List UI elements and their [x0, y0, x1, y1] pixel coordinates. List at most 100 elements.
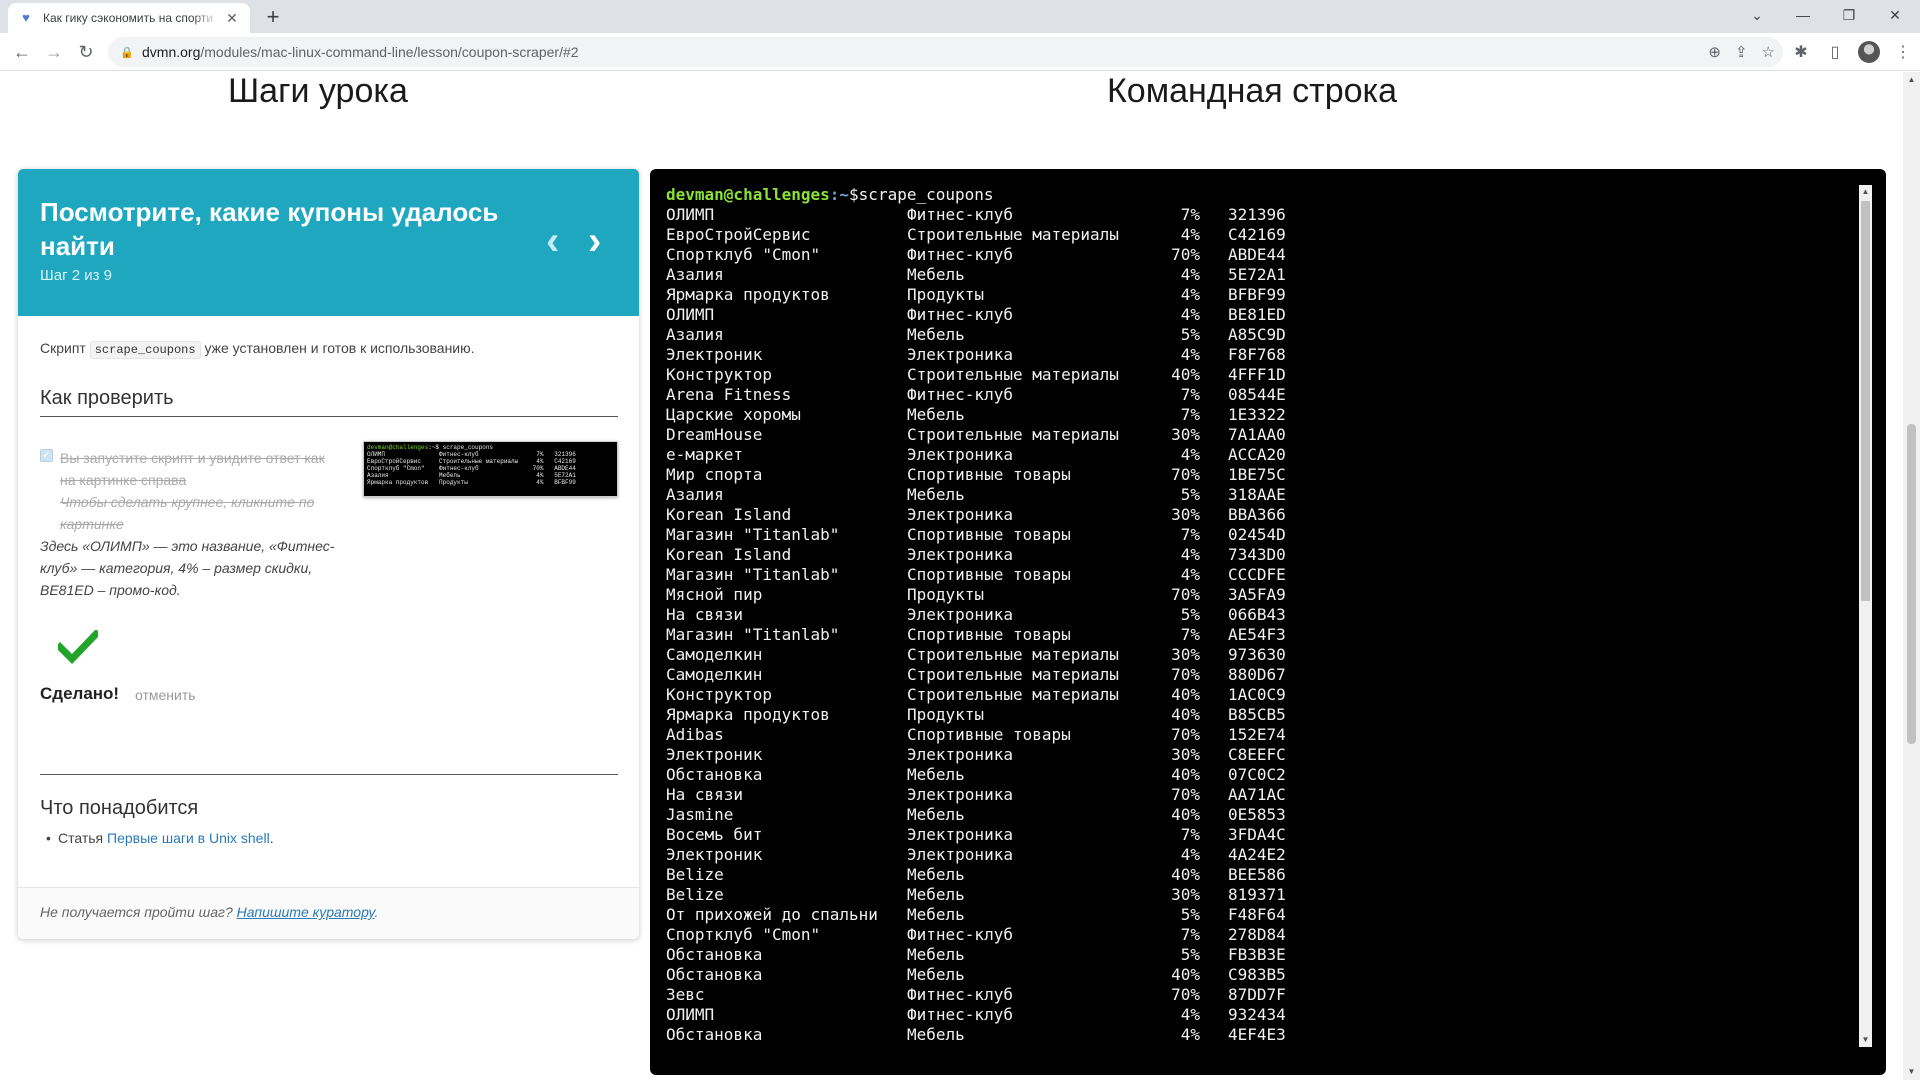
coupon-code: 066B43	[1228, 605, 1286, 624]
address-bar[interactable]: 🔒 dvmn.org/modules/mac-linux-command-lin…	[108, 37, 1783, 67]
coupon-discount: 4%	[1180, 345, 1200, 364]
coupon-discount: 4%	[1180, 305, 1200, 324]
bookmark-star-icon[interactable]: ☆	[1762, 43, 1775, 61]
extensions-icon[interactable]: ✱	[1784, 42, 1818, 62]
coupon-category: Мебель	[907, 405, 965, 424]
coupon-discount: 70%	[1171, 245, 1200, 264]
coupon-category: Продукты	[907, 585, 985, 604]
coupon-shop: Обстановка	[666, 1025, 763, 1044]
coupon-category: Фитнес-клуб	[907, 205, 1013, 224]
coupon-discount: 4%	[1180, 1005, 1200, 1024]
coupon-category: Мебель	[907, 945, 965, 964]
terminal-row: Конструктор Строительные материалы 40% 4FFF…	[666, 365, 1856, 385]
coupon-shop: От прихожей до спальни	[666, 905, 878, 924]
minimize-button[interactable]: —	[1780, 0, 1826, 30]
terminal-row: Электроник Электроника 4% 4A24E2	[666, 845, 1856, 865]
scroll-up-icon[interactable]: ▲	[1859, 185, 1872, 199]
cancel-link[interactable]: отменить	[135, 687, 196, 703]
chevron-right-icon[interactable]: ›	[588, 221, 601, 261]
terminal-row: Ярмарка продуктов Продукты 4% BFBF99	[666, 285, 1856, 305]
coupon-shop: Восемь бит	[666, 825, 763, 844]
reload-button[interactable]: ↻	[71, 37, 101, 67]
coupon-category: Электроника	[907, 785, 1013, 804]
coupon-shop: е-маркет	[666, 445, 744, 464]
coupon-discount: 7%	[1180, 625, 1200, 644]
terminal-row: DreamHouse Строительные материалы 30% 7A1AA…	[666, 425, 1856, 445]
coupon-discount: 40%	[1171, 805, 1200, 824]
chevron-left-icon[interactable]: ‹	[546, 221, 559, 261]
step-counter: Шаг 2 из 9	[40, 267, 113, 284]
coupon-discount: 70%	[1171, 985, 1200, 1004]
coupon-shop: ОЛИМП	[666, 1005, 715, 1024]
terminal-screenshot-thumbnail[interactable]: devman@challenges:~$ scrape_coupons ОЛИМ…	[363, 441, 618, 497]
coupon-category: Строительные материалы	[907, 365, 1119, 384]
terminal-window[interactable]: devman@challenges:~ $ scrape_coupons ОЛИМ…	[650, 169, 1886, 1075]
menu-icon[interactable]: ⋮	[1886, 42, 1920, 62]
scroll-down-icon[interactable]: ▼	[1903, 1064, 1920, 1080]
coupon-shop: Обстановка	[666, 945, 763, 964]
tab-search-icon[interactable]: ⌄	[1734, 0, 1780, 30]
forward-button[interactable]: →	[39, 37, 69, 67]
article-link[interactable]: Первые шаги в Unix shell	[107, 830, 270, 846]
terminal-row: Спортклуб "Cmon" Фитнес-клуб 7% 278D84	[666, 925, 1856, 945]
lock-icon[interactable]: 🔒	[120, 46, 134, 59]
coupon-category: Мебель	[907, 485, 965, 504]
coupon-code: 3A5FA9	[1228, 585, 1286, 604]
coupon-shop: Магазин "Titanlab"	[666, 565, 840, 584]
coupon-shop: Обстановка	[666, 765, 763, 784]
scroll-up-icon[interactable]: ▲	[1903, 72, 1920, 88]
scrollbar-thumb[interactable]	[1861, 201, 1870, 601]
side-panel-icon[interactable]: ▯	[1818, 42, 1852, 62]
coupon-category: Спортивные товары	[907, 465, 1071, 484]
browser-tab[interactable]: ♥ Как гику сэкономить на спорти ✕	[8, 3, 250, 33]
contact-curator-link[interactable]: Напишите куратору	[237, 904, 375, 920]
terminal-row: Магазин "Titanlab" Спортивные товары 7% 024…	[666, 525, 1856, 545]
coupon-category: Электроника	[907, 745, 1013, 764]
step-header: Посмотрите, какие купоны удалось найти Ш…	[18, 169, 639, 316]
scrollbar-thumb[interactable]	[1907, 424, 1916, 744]
requirements-list-item: • Статья Первые шаги в Unix shell.	[46, 830, 274, 846]
share-icon[interactable]: ⇪	[1735, 43, 1748, 61]
terminal-row: ОЛИМП Фитнес-клуб 4% 932434	[666, 1005, 1856, 1025]
profile-avatar[interactable]	[1858, 41, 1880, 63]
page-content: Шаги урока Командная строка Посмотрите, …	[0, 72, 1920, 1080]
window-close-button[interactable]: ✕	[1872, 0, 1918, 30]
coupon-shop: Jasmine	[666, 805, 734, 824]
back-button[interactable]: ←	[7, 37, 37, 67]
coupon-code: 07C0C2	[1228, 765, 1286, 784]
checkbox[interactable]: ✓	[40, 449, 53, 462]
page-scrollbar[interactable]: ▲ ▼	[1903, 72, 1920, 1080]
coupon-shop: Arena Fitness	[666, 385, 792, 404]
zoom-icon[interactable]: ⊕	[1708, 43, 1721, 61]
coupon-discount: 5%	[1180, 905, 1200, 924]
terminal-row: Ярмарка продуктов Продукты 40% B85CB5	[666, 705, 1856, 725]
terminal-row: ОЛИМП Фитнес-клуб 4% BE81ED	[666, 305, 1856, 325]
new-tab-button[interactable]: +	[260, 5, 286, 31]
coupon-code: 1AC0C9	[1228, 685, 1286, 704]
coupon-category: Электроника	[907, 505, 1013, 524]
coupon-discount: 70%	[1171, 785, 1200, 804]
restore-button[interactable]: ❐	[1826, 0, 1872, 30]
scroll-down-icon[interactable]: ▼	[1859, 1033, 1872, 1047]
coupon-category: Продукты	[907, 285, 985, 304]
coupon-discount: 70%	[1171, 465, 1200, 484]
close-tab-icon[interactable]: ✕	[224, 10, 240, 27]
terminal-output: devman@challenges:~ $ scrape_coupons ОЛИМ…	[666, 185, 1856, 1055]
coupon-category: Спортивные товары	[907, 625, 1071, 644]
coupon-code: 819371	[1228, 885, 1286, 904]
coupon-discount: 7%	[1180, 405, 1200, 424]
divider	[40, 774, 618, 775]
coupon-shop: Зевс	[666, 985, 705, 1004]
coupon-discount: 70%	[1171, 585, 1200, 604]
terminal-row: Самоделкин Строительные материалы 30% 97363…	[666, 645, 1856, 665]
coupon-discount: 5%	[1180, 325, 1200, 344]
terminal-row: Азалия Мебель 5% 318AAE	[666, 485, 1856, 505]
terminal-row: Азалия Мебель 4% 5E72A1	[666, 265, 1856, 285]
coupon-shop: Магазин "Titanlab"	[666, 525, 840, 544]
terminal-scrollbar[interactable]: ▲ ▼	[1859, 185, 1872, 1047]
coupon-shop: Belize	[666, 865, 724, 884]
coupon-discount: 7%	[1180, 385, 1200, 404]
terminal-row: Обстановка Мебель 40% C983B5	[666, 965, 1856, 985]
terminal-row: Царские хоромы Мебель 7% 1E3322	[666, 405, 1856, 425]
coupon-category: Мебель	[907, 265, 965, 284]
